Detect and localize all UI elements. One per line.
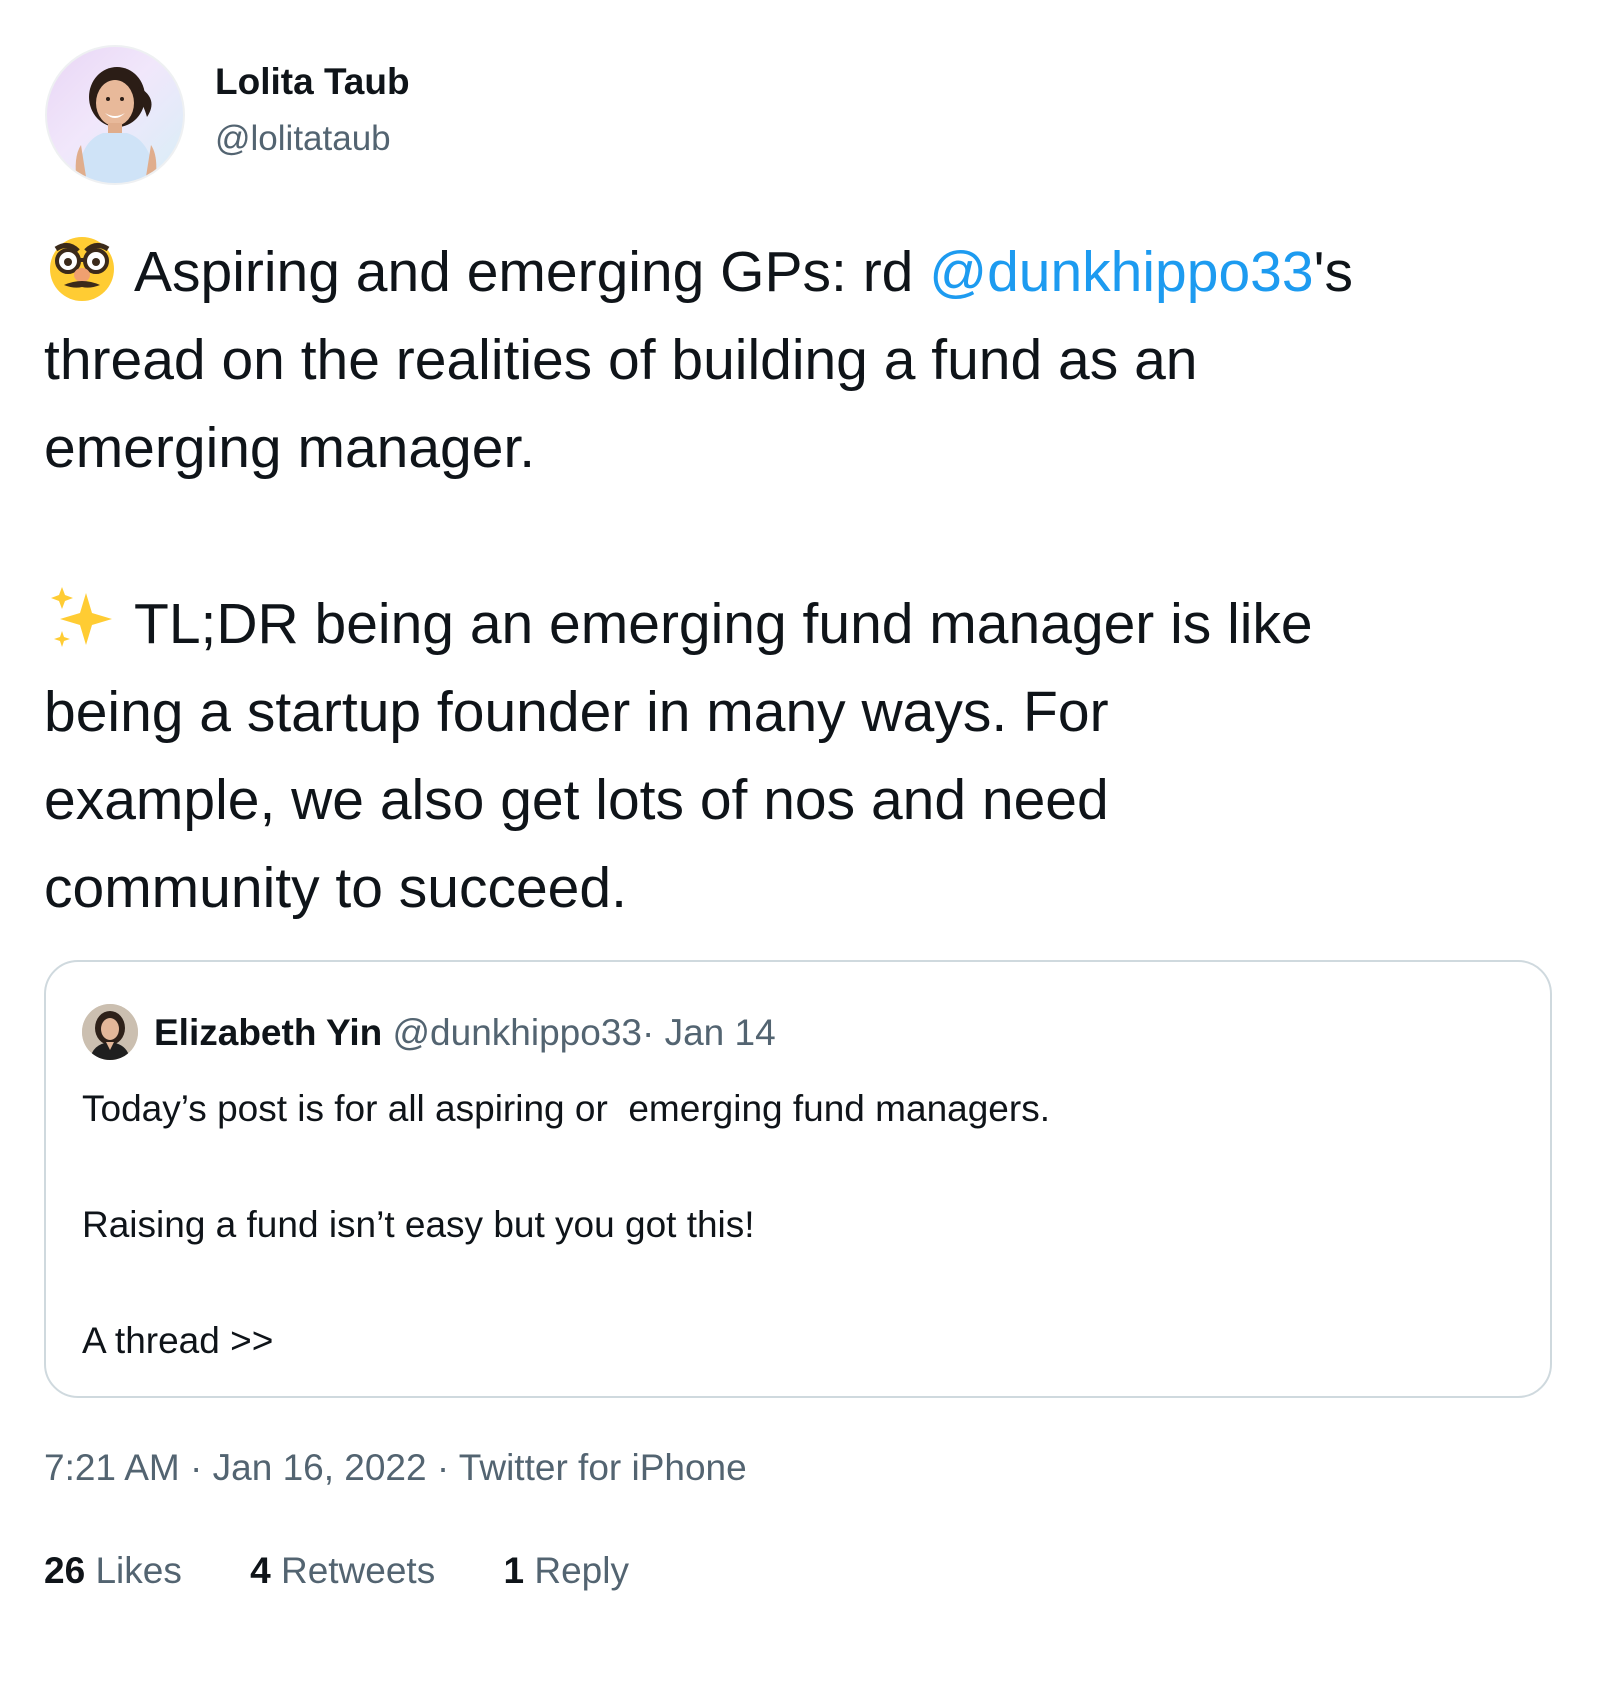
likes-label: Likes xyxy=(95,1550,182,1591)
tweet-line-3: emerging manager. xyxy=(44,416,536,480)
replies-label: Reply xyxy=(534,1550,629,1591)
replies-stat[interactable]: 1 Reply xyxy=(503,1546,628,1596)
profile-photo-icon xyxy=(75,67,157,183)
tweet-line-1-suffix: 's xyxy=(1313,240,1353,304)
disguised-face-emoji-icon xyxy=(44,229,120,305)
quoted-blank-1 xyxy=(82,1138,1050,1196)
tweet-line-4-text: TL;DR being an emerging fund manager is … xyxy=(134,592,1313,656)
likes-stat[interactable]: 26 Likes xyxy=(44,1546,182,1596)
likes-count: 26 xyxy=(44,1550,86,1591)
quoted-line-2: Raising a fund isn’t easy but you got th… xyxy=(82,1204,755,1245)
tweet-line-1: Aspiring and emerging GPs: rd @dunkhippo… xyxy=(44,228,1564,316)
tweet-line-4: TL;DR being an emerging fund manager is … xyxy=(44,580,1564,668)
quoted-author-name[interactable]: Elizabeth Yin xyxy=(154,1012,382,1053)
quoted-separator: · xyxy=(641,1012,655,1053)
quoted-blank-2 xyxy=(82,1254,1050,1312)
quoted-header: Elizabeth Yin @dunkhippo33· Jan 14 xyxy=(154,1008,776,1058)
tweet-card: Lolita Taub @lolitataub Aspiring and eme… xyxy=(0,0,1600,1688)
quoted-date[interactable]: Jan 14 xyxy=(665,1012,776,1053)
tweet-line-6: example, we also get lots of nos and nee… xyxy=(44,768,1109,832)
retweets-stat[interactable]: 4 Retweets xyxy=(250,1546,435,1596)
quoted-line-3: A thread >> xyxy=(82,1320,274,1361)
tweet-line-7: community to succeed. xyxy=(44,856,627,920)
sparkles-emoji-icon xyxy=(44,581,120,657)
author-handle[interactable]: @lolitataub xyxy=(215,115,391,163)
tweet-line-1-text: Aspiring and emerging GPs: rd xyxy=(134,240,930,304)
replies-count: 1 xyxy=(503,1550,525,1591)
quoted-author-handle[interactable]: @dunkhippo33 xyxy=(393,1012,642,1053)
tweet-line-2: thread on the realities of building a fu… xyxy=(44,328,1198,392)
author-name[interactable]: Lolita Taub xyxy=(215,58,410,106)
retweets-label: Retweets xyxy=(280,1550,436,1591)
quoted-tweet[interactable]: Elizabeth Yin @dunkhippo33· Jan 14 Today… xyxy=(44,960,1552,1398)
mention-link[interactable]: @dunkhippo33 xyxy=(929,240,1313,304)
tweet-line-5: being a startup founder in many ways. Fo… xyxy=(44,680,1109,744)
author-avatar[interactable] xyxy=(45,45,185,185)
tweet-stats: 26 Likes 4 Retweets 1 Reply xyxy=(44,1546,687,1596)
quoted-line-1: Today’s post is for all aspiring or emer… xyxy=(82,1088,1050,1129)
tweet-text: Aspiring and emerging GPs: rd @dunkhippo… xyxy=(44,228,1564,932)
quoted-text: Today’s post is for all aspiring or emer… xyxy=(82,1080,1050,1370)
quoted-profile-photo-icon xyxy=(82,1004,138,1060)
retweets-count: 4 xyxy=(250,1550,271,1591)
quoted-author-avatar[interactable] xyxy=(82,1004,138,1060)
tweet-timestamp[interactable]: 7:21 AM · Jan 16, 2022 · Twitter for iPh… xyxy=(44,1443,747,1493)
